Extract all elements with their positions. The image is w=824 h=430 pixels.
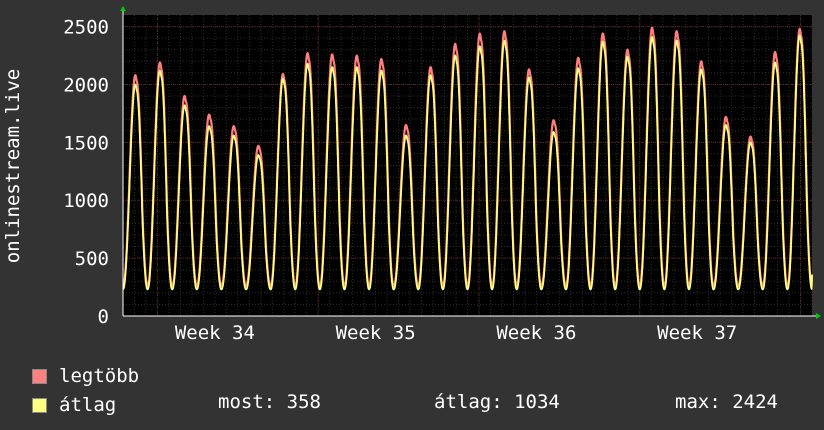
legend-item-avg: átlag	[32, 391, 139, 420]
y-tick-label: 0	[98, 306, 109, 328]
stat-average: átlag: 1034	[434, 391, 560, 413]
y-tick-label: 500	[75, 248, 109, 270]
x-axis-arrow-icon	[816, 313, 821, 319]
legend-swatch-max	[32, 369, 47, 384]
y-tick-label: 2500	[63, 17, 109, 39]
x-tick-label: Week 35	[336, 322, 416, 344]
x-tick-label: Week 37	[657, 322, 737, 344]
legend: legtöbb átlag	[32, 362, 139, 420]
y-tick-label: 2000	[63, 74, 109, 96]
legend-label-avg: átlag	[59, 394, 117, 416]
legend-swatch-avg	[32, 398, 47, 413]
legend-label-max: legtöbb	[59, 365, 140, 387]
x-tick-label: Week 36	[496, 322, 576, 344]
y-tick-label: 1000	[63, 190, 109, 212]
legend-item-max: legtöbb	[32, 362, 139, 391]
stat-current: most: 358	[218, 391, 321, 413]
y-axis-label: onlinestream.live	[2, 69, 24, 263]
y-tick-label: 1500	[63, 132, 109, 154]
stat-maximum: max: 2424	[675, 391, 778, 413]
y-axis-arrow-icon	[120, 6, 126, 11]
x-tick-label: Week 34	[175, 322, 255, 344]
